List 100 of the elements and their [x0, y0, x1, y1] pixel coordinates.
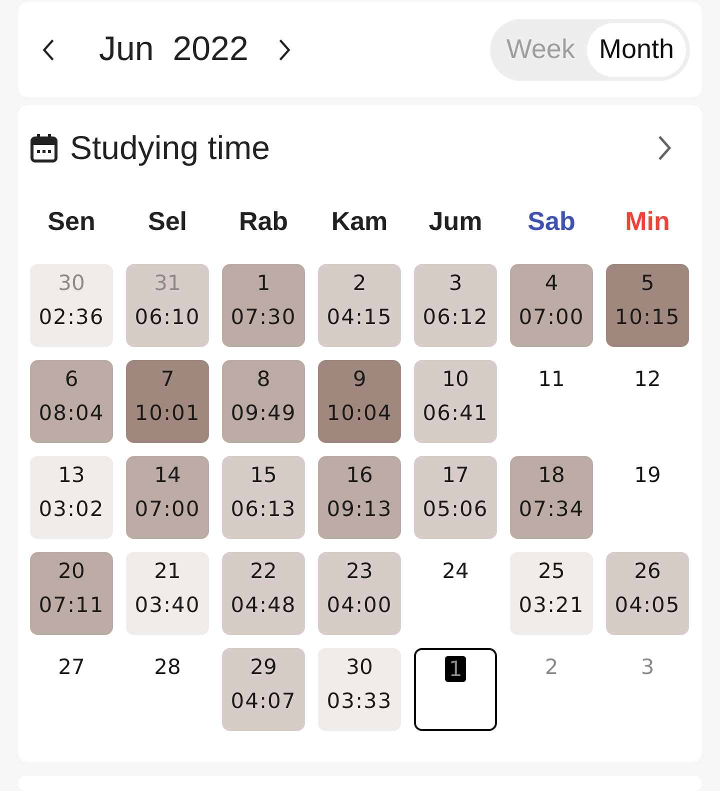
view-tab[interactable]: Month [586, 22, 686, 76]
day-number: 3 [640, 654, 656, 680]
weekday-label: Rab [238, 205, 290, 238]
study-time: 03:40 [134, 592, 200, 618]
weekday-label: Kam [330, 205, 389, 238]
day-cell[interactable]: 14 07:00 [126, 456, 209, 539]
day-number: 18 [537, 462, 566, 488]
study-time: 08:04 [38, 400, 104, 426]
day-cell[interactable]: 20 07:11 [30, 552, 113, 635]
day-number: 12 [633, 366, 662, 392]
day-cell[interactable]: 24 [414, 552, 497, 635]
day-number: 13 [57, 462, 86, 488]
day-cell[interactable]: 11 [510, 360, 593, 443]
day-cell[interactable]: 10 06:41 [414, 360, 497, 443]
day-cell[interactable]: 29 04:07 [222, 648, 305, 731]
study-time: 04:05 [614, 592, 680, 618]
day-cell[interactable]: 26 04:05 [606, 552, 689, 635]
day-number: 30 [345, 654, 374, 680]
day-number: 28 [153, 654, 182, 680]
weekday-label: Min [624, 205, 671, 238]
day-number: 17 [441, 462, 470, 488]
day-number: 2 [352, 270, 368, 296]
day-cell[interactable]: 18 07:34 [510, 456, 593, 539]
day-cell[interactable]: 22 04:48 [222, 552, 305, 635]
day-number: 7 [160, 366, 176, 392]
day-number: 26 [633, 558, 662, 584]
study-time: 04:00 [326, 592, 392, 618]
study-time: 03:02 [38, 496, 104, 522]
study-time: 06:13 [230, 496, 296, 522]
study-time: 07:00 [134, 496, 200, 522]
day-number: 3 [448, 270, 464, 296]
day-cell[interactable]: 8 09:49 [222, 360, 305, 443]
day-cell[interactable]: 25 03:21 [510, 552, 593, 635]
day-cell[interactable]: 7 10:01 [126, 360, 209, 443]
day-cell[interactable]: 23 04:00 [318, 552, 401, 635]
day-number: 15 [249, 462, 278, 488]
day-number: 27 [57, 654, 86, 680]
weekday-label: Sel [146, 205, 188, 238]
day-cell[interactable]: 16 09:13 [318, 456, 401, 539]
day-cell[interactable]: 30 02:36 [30, 264, 113, 347]
day-number: 20 [57, 558, 86, 584]
day-number: 24 [441, 558, 470, 584]
day-number: 4 [544, 270, 560, 296]
chevron-left-icon[interactable] [42, 36, 55, 62]
day-number: 5 [640, 270, 656, 296]
study-time: 07:30 [230, 304, 296, 330]
day-number: 19 [633, 462, 662, 488]
weekday-label: Sab [526, 205, 576, 238]
day-cell[interactable]: 5 10:15 [606, 264, 689, 347]
day-number: 1 [444, 656, 466, 682]
day-number: 8 [256, 366, 272, 392]
day-cell[interactable]: 9 10:04 [318, 360, 401, 443]
day-cell[interactable]: 19 [606, 456, 689, 539]
day-cell[interactable]: 4 07:00 [510, 264, 593, 347]
study-time: 04:07 [230, 688, 296, 714]
day-cell[interactable]: 13 03:02 [30, 456, 113, 539]
day-cell[interactable]: 31 06:10 [126, 264, 209, 347]
study-time: 02:36 [38, 304, 104, 330]
study-time: 10:15 [614, 304, 680, 330]
day-cell[interactable]: 1 07:30 [222, 264, 305, 347]
day-number: 11 [537, 366, 566, 392]
day-cell[interactable]: 15 06:13 [222, 456, 305, 539]
day-number: 21 [153, 558, 182, 584]
day-number: 10 [441, 366, 470, 392]
weekday-label: Sen [46, 205, 96, 238]
study-time: 03:33 [326, 688, 392, 714]
chevron-right-icon[interactable] [278, 36, 292, 62]
day-cell[interactable]: 21 03:40 [126, 552, 209, 635]
month-year-label: Jun 2022 [99, 30, 248, 69]
day-number: 9 [352, 366, 368, 392]
day-cell[interactable]: 28 [126, 648, 209, 731]
day-number: 25 [537, 558, 566, 584]
day-number: 6 [64, 366, 80, 392]
day-cell[interactable]: 17 05:06 [414, 456, 497, 539]
study-time: 03:21 [518, 592, 584, 618]
day-number: 23 [345, 558, 374, 584]
study-time: 07:11 [38, 592, 104, 618]
day-cell[interactable]: 3 06:12 [414, 264, 497, 347]
day-cell[interactable]: 1 [414, 648, 497, 731]
study-time: 06:10 [134, 304, 200, 330]
study-time: 07:00 [518, 304, 584, 330]
study-time: 10:04 [326, 400, 392, 426]
day-number: 31 [153, 270, 182, 296]
study-time: 04:48 [230, 592, 296, 618]
day-number: 30 [57, 270, 86, 296]
day-number: 1 [256, 270, 272, 296]
day-number: 2 [544, 654, 560, 680]
weekday-label: Jum [428, 205, 484, 238]
day-cell[interactable]: 12 [606, 360, 689, 443]
section-title: Studying time [70, 129, 270, 167]
day-cell[interactable]: 2 04:15 [318, 264, 401, 347]
study-time: 07:34 [518, 496, 584, 522]
day-number: 29 [249, 654, 278, 680]
day-cell[interactable]: 30 03:33 [318, 648, 401, 731]
study-time: 09:13 [326, 496, 392, 522]
day-cell[interactable]: 27 [30, 648, 113, 731]
study-time: 04:15 [326, 304, 392, 330]
day-cell[interactable]: 6 08:04 [30, 360, 113, 443]
study-time: 05:06 [422, 496, 488, 522]
study-time: 10:01 [134, 400, 200, 426]
